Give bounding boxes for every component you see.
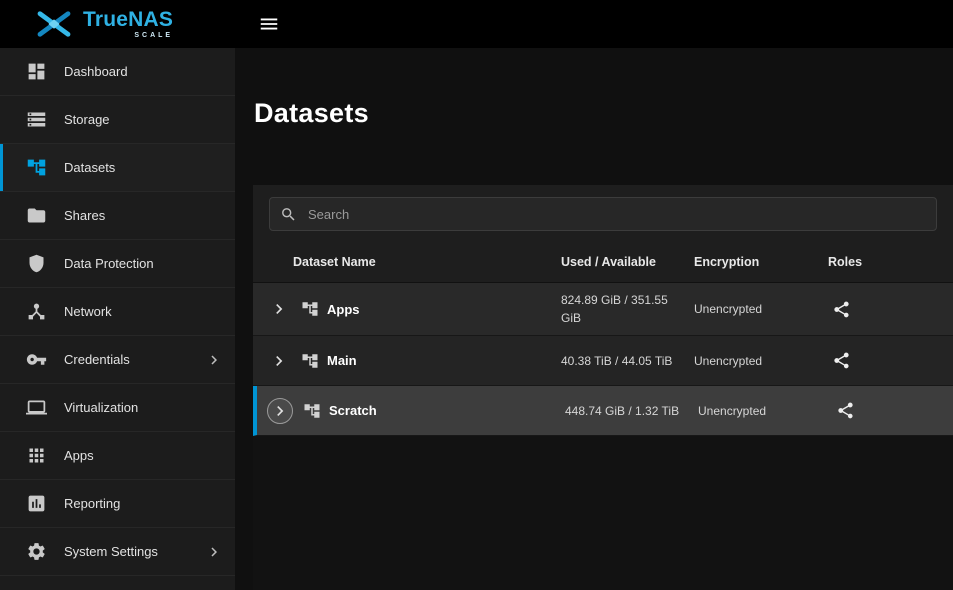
sidebar-item-virtualization[interactable]: Virtualization <box>0 384 235 432</box>
datasets-card: Dataset Name Used / Available Encryption… <box>253 185 953 590</box>
roles-cell <box>828 296 953 322</box>
gear-icon <box>24 540 48 564</box>
sidebar-item-datasets[interactable]: Datasets <box>0 144 235 192</box>
table-header-row: Dataset Name Used / Available Encryption… <box>253 241 953 283</box>
monitor-icon <box>24 396 48 420</box>
sidebar-item-system-settings[interactable]: System Settings <box>0 528 235 576</box>
search-box[interactable] <box>269 197 937 231</box>
roles-cell <box>828 348 953 374</box>
expand-chevron-icon[interactable] <box>267 297 291 321</box>
share-icon[interactable] <box>828 296 854 322</box>
main-content: Datasets Dataset Name Used / Available E… <box>235 48 953 590</box>
sidebar-item-label: Data Protection <box>64 256 154 271</box>
shield-icon <box>24 252 48 276</box>
dataset-icon <box>302 401 322 421</box>
chevron-right-icon <box>205 351 223 369</box>
topbar: TrueNAS SCALE <box>0 0 953 48</box>
storage-icon <box>24 108 48 132</box>
sidebar-item-label: Shares <box>64 208 105 223</box>
column-header-roles: Roles <box>828 255 953 269</box>
sidebar-item-label: Dashboard <box>64 64 128 79</box>
table-row[interactable]: Apps 824.89 GiB / 351.55 GiB Unencrypted <box>253 283 953 336</box>
used-available-value: 448.74 GiB / 1.32 TiB <box>565 394 698 428</box>
sidebar-item-storage[interactable]: Storage <box>0 96 235 144</box>
key-icon <box>24 348 48 372</box>
expand-chevron-icon[interactable] <box>267 398 293 424</box>
chevron-right-icon <box>205 543 223 561</box>
search-icon <box>280 206 297 223</box>
sidebar-item-label: Datasets <box>64 160 115 175</box>
truenas-app-window: TrueNAS SCALE Dashboard Storage Datase <box>0 0 953 590</box>
sidebar-item-label: Reporting <box>64 496 120 511</box>
encryption-value: Unencrypted <box>694 354 828 368</box>
table-row[interactable]: Main 40.38 TiB / 44.05 TiB Unencrypted <box>253 336 953 386</box>
folder-icon <box>24 204 48 228</box>
sidebar-item-label: Virtualization <box>64 400 138 415</box>
sidebar-item-data-protection[interactable]: Data Protection <box>0 240 235 288</box>
brand-name: TrueNAS <box>83 9 173 30</box>
sidebar-item-label: Storage <box>64 112 110 127</box>
menu-icon[interactable] <box>255 10 283 38</box>
sidebar-item-network[interactable]: Network <box>0 288 235 336</box>
sidebar-item-label: Network <box>64 304 112 319</box>
apps-icon <box>24 444 48 468</box>
dataset-icon <box>300 299 320 319</box>
roles-cell <box>832 398 953 424</box>
sidebar-item-reporting[interactable]: Reporting <box>0 480 235 528</box>
truenas-logo[interactable]: TrueNAS SCALE <box>0 9 235 39</box>
network-icon <box>24 300 48 324</box>
brand-edition: SCALE <box>134 32 173 39</box>
dataset-icon <box>300 351 320 371</box>
dataset-name-cell: Main <box>253 349 561 373</box>
dataset-name: Scratch <box>329 403 377 418</box>
chart-icon <box>24 492 48 516</box>
sidebar-item-dashboard[interactable]: Dashboard <box>0 48 235 96</box>
column-header-used-available: Used / Available <box>561 255 694 269</box>
datasets-icon <box>24 156 48 180</box>
expand-chevron-icon[interactable] <box>267 349 291 373</box>
sidebar-item-label: System Settings <box>64 544 158 559</box>
sidebar-item-credentials[interactable]: Credentials <box>0 336 235 384</box>
used-available-value: 40.38 TiB / 44.05 TiB <box>561 344 694 378</box>
table-row[interactable]: Scratch 448.74 GiB / 1.32 TiB Unencrypte… <box>253 386 953 436</box>
sidebar-item-label: Apps <box>64 448 94 463</box>
sidebar-item-label: Credentials <box>64 352 130 367</box>
sidebar-item-apps[interactable]: Apps <box>0 432 235 480</box>
encryption-value: Unencrypted <box>698 404 832 418</box>
search-input[interactable] <box>306 206 926 223</box>
column-header-dataset-name: Dataset Name <box>253 255 561 269</box>
used-available-value: 824.89 GiB / 351.55 GiB <box>561 283 694 335</box>
share-icon[interactable] <box>832 398 858 424</box>
truenas-logo-icon <box>34 9 74 39</box>
share-icon[interactable] <box>828 348 854 374</box>
dataset-name-cell: Apps <box>253 297 561 321</box>
table-toolbar <box>253 185 953 241</box>
brand-text: TrueNAS SCALE <box>83 9 173 39</box>
page-title: Datasets <box>235 48 953 129</box>
dataset-name: Main <box>327 353 357 368</box>
dashboard-icon <box>24 60 48 84</box>
dataset-name: Apps <box>327 302 360 317</box>
sidebar-item-shares[interactable]: Shares <box>0 192 235 240</box>
sidebar: Dashboard Storage Datasets Shares Data P <box>0 48 235 590</box>
dataset-name-cell: Scratch <box>257 398 565 424</box>
encryption-value: Unencrypted <box>694 302 828 316</box>
column-header-encryption: Encryption <box>694 255 828 269</box>
